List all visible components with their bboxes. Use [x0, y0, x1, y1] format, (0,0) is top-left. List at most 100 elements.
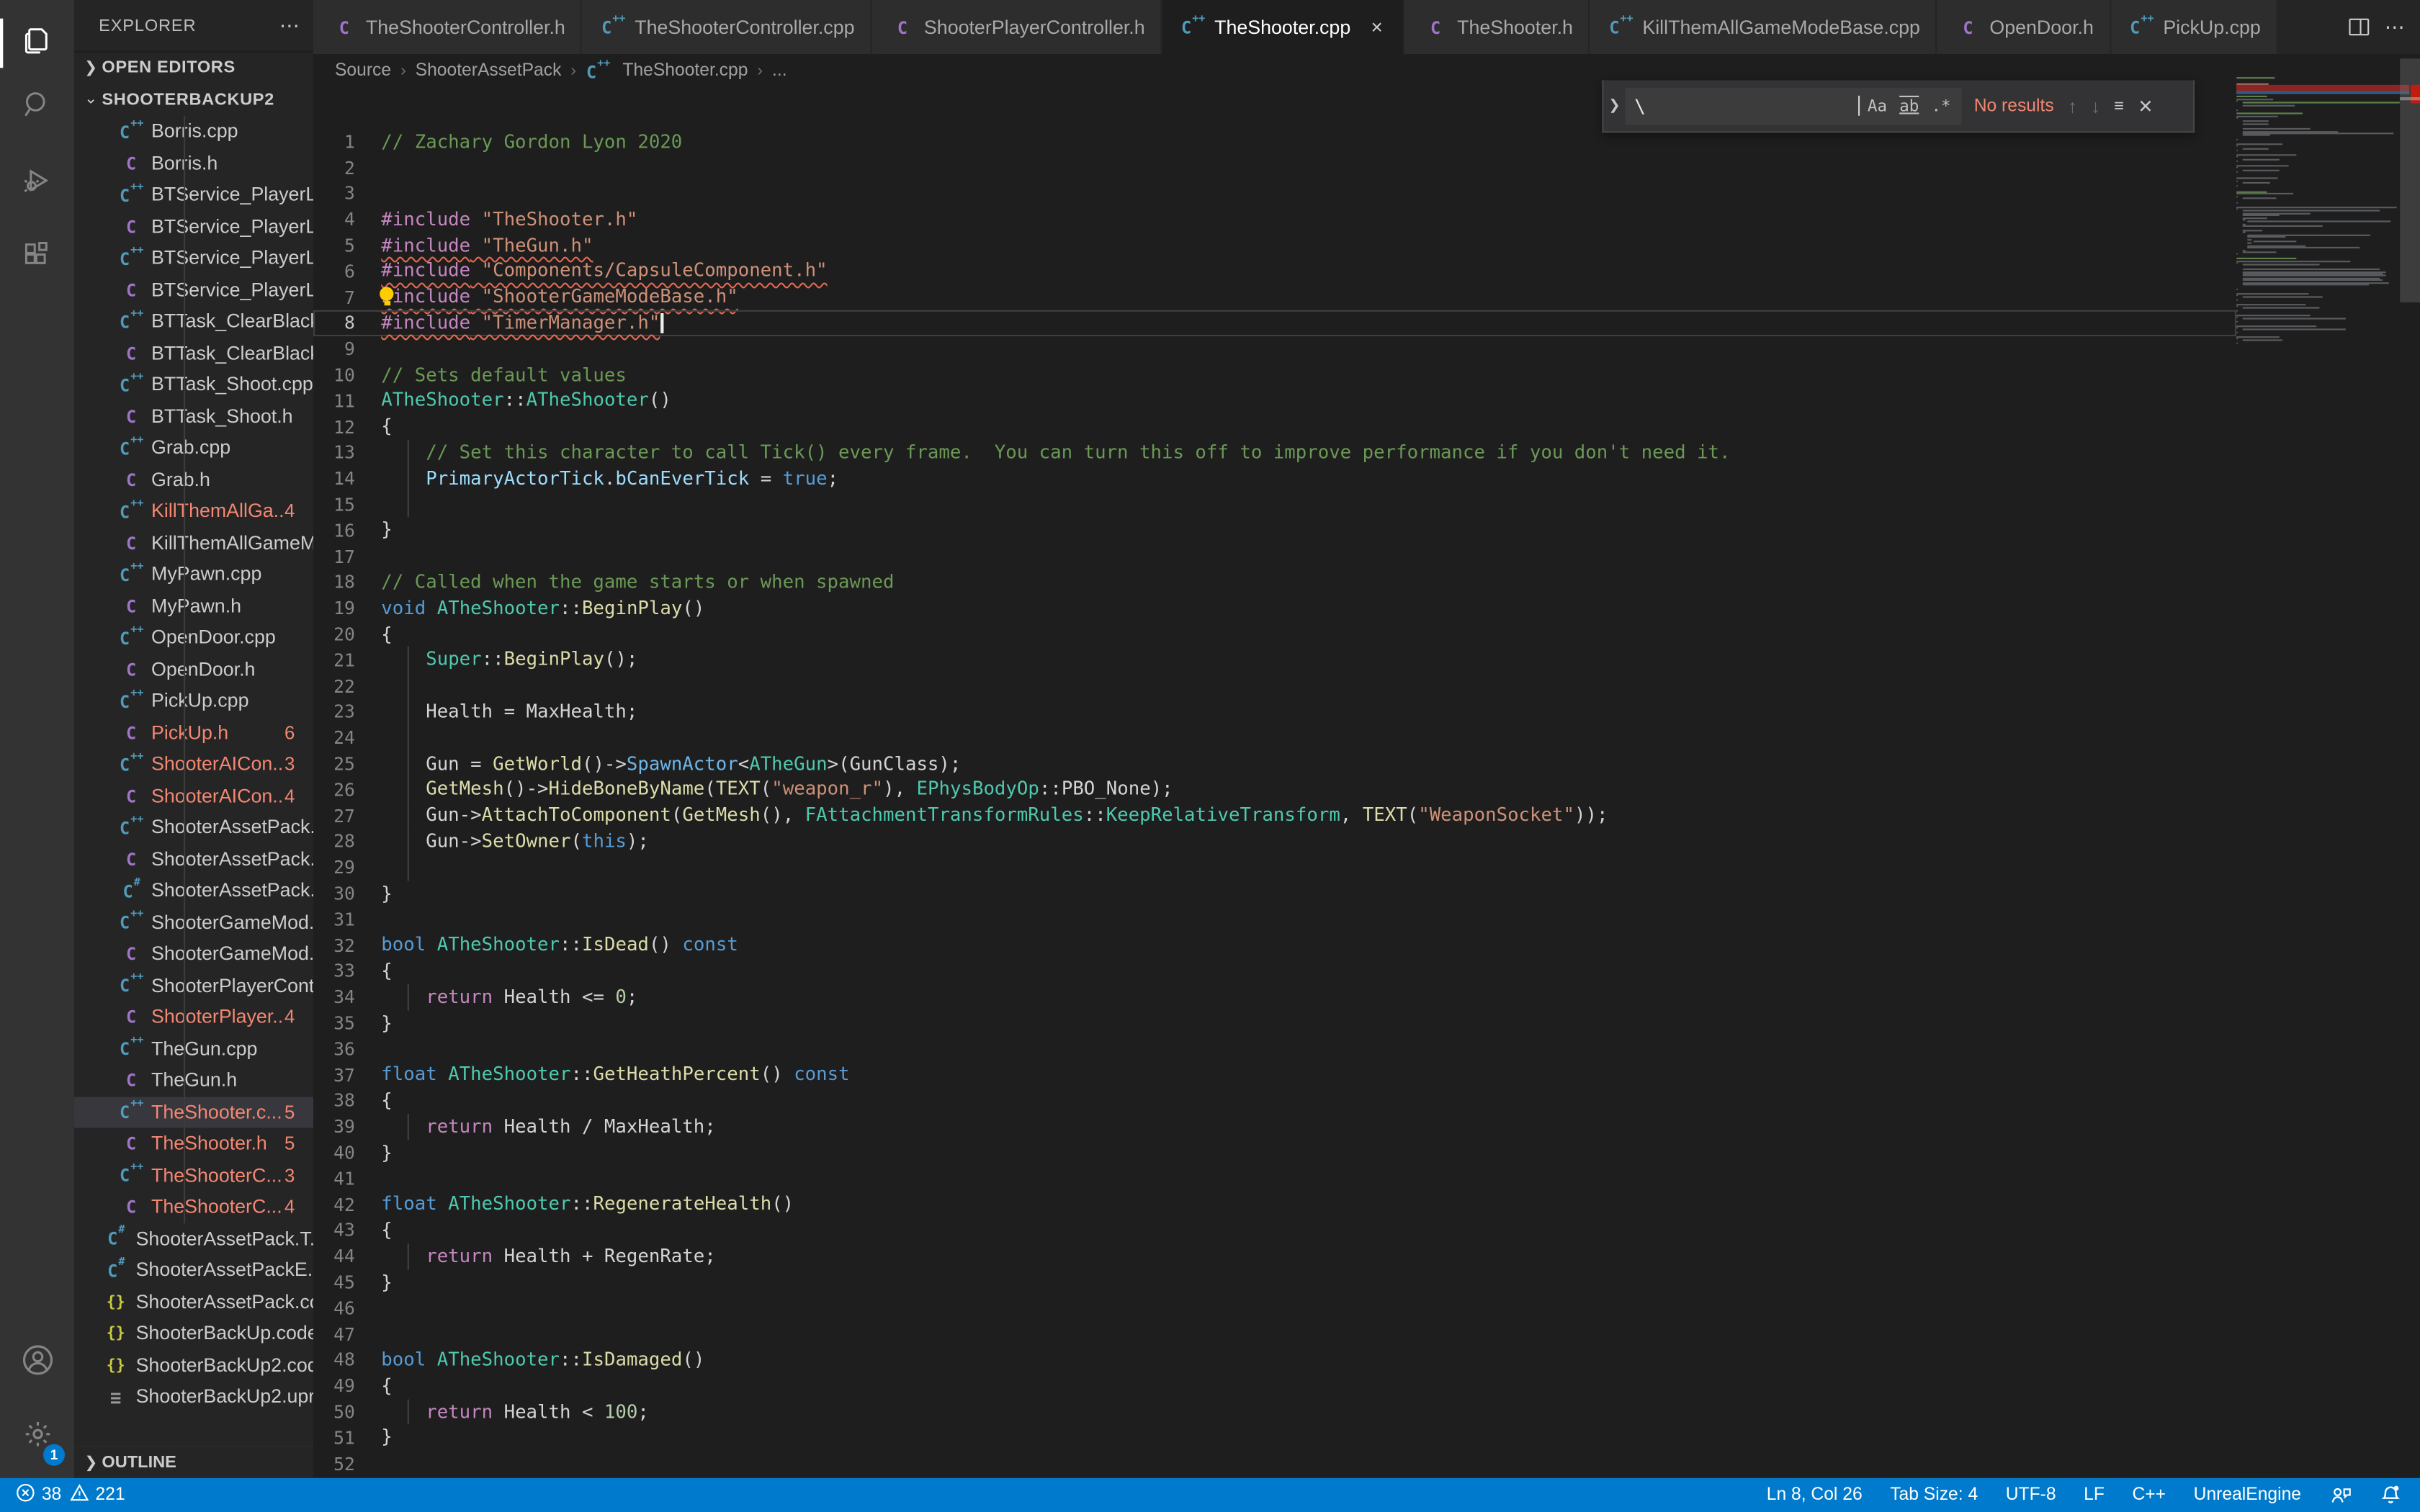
code-line-25[interactable]: 25 Gun = GetWorld()->SpawnActor<ATheGun>… [313, 751, 2236, 777]
file-row[interactable]: CBTService_PlayerL... [74, 211, 313, 243]
code-line-37[interactable]: 37float ATheShooter::GetHeathPercent() c… [313, 1062, 2236, 1088]
code-line-50[interactable]: 50 return Health < 100; [313, 1399, 2236, 1425]
account-button[interactable] [0, 1330, 74, 1398]
file-row[interactable]: C++BTTask_ClearBlack... [74, 305, 313, 337]
code-line-44[interactable]: 44 return Health + RegenRate; [313, 1243, 2236, 1269]
code-line-43[interactable]: 43{ [313, 1218, 2236, 1243]
unreal-engine-status[interactable]: UnrealEngine [2194, 1486, 2301, 1505]
code-line-8[interactable]: 8#include "TimerManager.h" [313, 310, 2236, 336]
file-row[interactable]: CPickUp.h6 [74, 716, 313, 748]
file-row[interactable]: CBTTask_ClearBlack... [74, 337, 313, 369]
file-row[interactable]: C++BTTask_Shoot.cpp [74, 369, 313, 400]
breadcrumb-item[interactable]: TheShooter.cpp [622, 62, 748, 81]
file-row[interactable]: C++ShooterPlayerCont... [74, 970, 313, 1002]
whole-word-toggle[interactable]: ab [1895, 95, 1924, 117]
code-line-9[interactable]: 9 [313, 336, 2236, 362]
code-line-15[interactable]: 15 [313, 492, 2236, 518]
find-next-button[interactable]: ↓ [2091, 95, 2100, 117]
code-line-48[interactable]: 48bool ATheShooter::IsDamaged() [313, 1347, 2236, 1373]
code-line-1[interactable]: 1// Zachary Gordon Lyon 2020 [313, 129, 2236, 155]
open-editors-section[interactable]: ❯ OPEN EDITORS [74, 51, 313, 84]
eol-sequence[interactable]: LF [2084, 1486, 2105, 1505]
code-line-6[interactable]: 6#include "Components/CapsuleComponent.h… [313, 258, 2236, 284]
file-row[interactable]: CKillThemAllGameM... [74, 527, 313, 559]
language-mode[interactable]: C++ [2132, 1486, 2166, 1505]
code-line-34[interactable]: 34 return Health <= 0; [313, 984, 2236, 1010]
code-line-29[interactable]: 29 [313, 855, 2236, 881]
file-row[interactable]: C++OpenDoor.cpp [74, 622, 313, 654]
code-line-31[interactable]: 31 [313, 906, 2236, 932]
code-line-17[interactable]: 17 [313, 544, 2236, 570]
code-line-12[interactable]: 12{ [313, 414, 2236, 440]
file-row[interactable]: C++TheShooter.c...5 [74, 1097, 313, 1128]
code-line-2[interactable]: 2 [313, 155, 2236, 181]
workspace-folder-section[interactable]: ⌄ SHOOTERBACKUP2 [74, 84, 313, 116]
file-row[interactable]: CShooterPlayer...4 [74, 1002, 313, 1033]
code-line-47[interactable]: 47 [313, 1321, 2236, 1347]
find-collapse-icon[interactable]: ❯ [1603, 80, 1625, 131]
code-line-51[interactable]: 51} [313, 1425, 2236, 1451]
code-line-41[interactable]: 41 [313, 1166, 2236, 1192]
code-line-18[interactable]: 18// Called when the game starts or when… [313, 570, 2236, 595]
sidebar-item-extensions[interactable] [0, 225, 74, 293]
breadcrumb-item[interactable]: ... [772, 62, 787, 81]
explorer-more-button[interactable]: ⋯ [279, 13, 301, 37]
notifications-bell-icon[interactable] [2380, 1484, 2401, 1506]
code-line-52[interactable]: 52 [313, 1451, 2236, 1477]
file-row[interactable]: CTheShooterC...4 [74, 1191, 313, 1223]
code-line-7[interactable]: 7#include "ShooterGameModeBase.h" [313, 284, 2236, 310]
outline-section[interactable]: ❯ OUTLINE [74, 1446, 313, 1478]
code-line-5[interactable]: 5#include "TheGun.h" [313, 233, 2236, 258]
file-row[interactable]: C++ShooterAICon...3 [74, 748, 313, 780]
code-line-40[interactable]: 40} [313, 1140, 2236, 1166]
editor-more-actions-icon[interactable]: ⋯ [2385, 14, 2405, 39]
regex-toggle[interactable]: .* [1927, 95, 1955, 117]
file-row[interactable]: C++Borris.cpp [74, 116, 313, 148]
code-line-24[interactable]: 24 [313, 725, 2236, 751]
code-line-23[interactable]: 23 Health = MaxHealth; [313, 699, 2236, 725]
feedback-icon[interactable] [2329, 1484, 2352, 1506]
code-line-42[interactable]: 42float ATheShooter::RegenerateHealth() [313, 1192, 2236, 1218]
file-row[interactable]: C++MyPawn.cpp [74, 559, 313, 590]
settings-button[interactable]: 1 [0, 1404, 74, 1472]
file-row[interactable]: CBorris.h [74, 148, 313, 179]
find-close-button[interactable]: ✕ [2138, 95, 2154, 117]
code-line-20[interactable]: 20{ [313, 621, 2236, 647]
split-editor-icon[interactable] [2349, 19, 2369, 36]
code-line-14[interactable]: 14 PrimaryActorTick.bCanEverTick = true; [313, 466, 2236, 492]
file-row[interactable]: {}ShooterAssetPack.co... [74, 1286, 313, 1318]
encoding[interactable]: UTF-8 [2006, 1486, 2056, 1505]
code-line-3[interactable]: 3 [313, 181, 2236, 207]
tab-KillThemAllGameModeBase.cpp[interactable]: C++KillThemAllGameModeBase.cpp [1590, 0, 1937, 54]
sidebar-item-search[interactable] [0, 74, 74, 142]
file-row[interactable]: CTheShooter.h5 [74, 1128, 313, 1159]
file-row[interactable]: {}ShooterBackUp.code... [74, 1318, 313, 1349]
file-row[interactable]: C#ShooterAssetPack.... [74, 875, 313, 906]
find-previous-button[interactable]: ↑ [2068, 95, 2077, 117]
file-row[interactable]: C++PickUp.cpp [74, 685, 313, 716]
tab-TheShooter.h[interactable]: CTheShooter.h [1404, 0, 1590, 54]
file-row[interactable]: CGrab.h [74, 464, 313, 495]
code-line-26[interactable]: 26 GetMesh()->HideBoneByName(TEXT("weapo… [313, 777, 2236, 803]
tab-ShooterPlayerController.h[interactable]: CShooterPlayerController.h [871, 0, 1162, 54]
code-line-36[interactable]: 36 [313, 1036, 2236, 1062]
tab-TheShooter.cpp[interactable]: C++TheShooter.cpp× [1162, 0, 1404, 54]
problems-warnings[interactable]: 221 [69, 1482, 125, 1507]
file-row[interactable]: C++TheShooterC...3 [74, 1159, 313, 1191]
code-line-22[interactable]: 22 [313, 673, 2236, 699]
code-line-33[interactable]: 33{ [313, 958, 2236, 984]
code-line-45[interactable]: 45} [313, 1269, 2236, 1295]
problems-errors[interactable]: 38 [15, 1482, 61, 1507]
file-row[interactable]: C++KillThemAllGa...4 [74, 495, 313, 527]
file-row[interactable]: C++TheGun.cpp [74, 1033, 313, 1065]
find-in-selection-button[interactable]: ≡ [2114, 96, 2124, 115]
find-input[interactable]: \ Aa ab .* [1625, 87, 1961, 124]
breadcrumb-item[interactable]: Source [335, 62, 391, 81]
match-case-toggle[interactable]: Aa [1863, 95, 1891, 117]
code-editor[interactable]: 1// Zachary Gordon Lyon 2020234#include … [313, 88, 2236, 1478]
code-line-27[interactable]: 27 Gun->AttachToComponent(GetMesh(), FAt… [313, 803, 2236, 829]
code-line-39[interactable]: 39 return Health / MaxHealth; [313, 1114, 2236, 1140]
file-row[interactable]: {}ShooterBackUp2.cod... [74, 1349, 313, 1381]
file-row[interactable]: C++BTService_PlayerL... [74, 242, 313, 274]
code-line-32[interactable]: 32bool ATheShooter::IsDead() const [313, 932, 2236, 958]
